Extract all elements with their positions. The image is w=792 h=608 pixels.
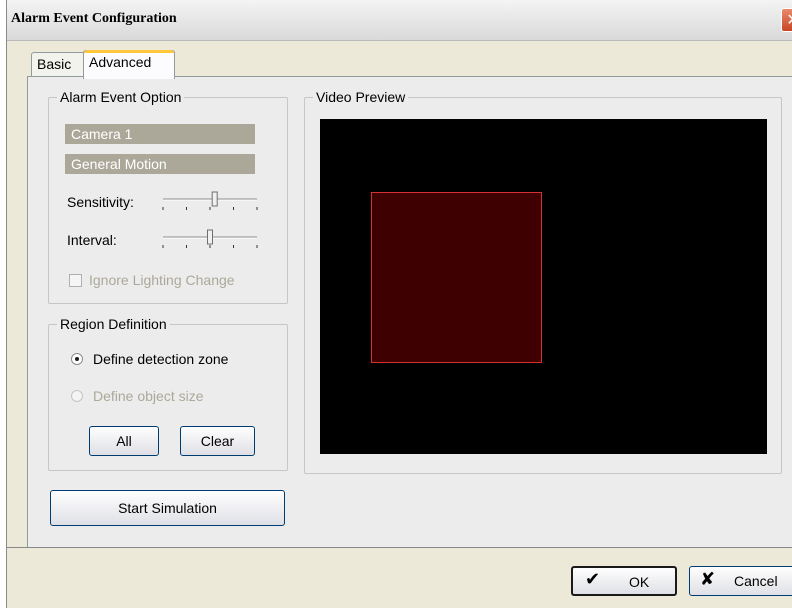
check-icon: ✔ xyxy=(585,569,601,590)
video-preview-legend: Video Preview xyxy=(313,89,409,105)
clear-button[interactable]: Clear xyxy=(180,426,255,456)
define-detection-zone-label: Define detection zone xyxy=(93,351,229,367)
alarm-event-configuration-dialog: Alarm Event Configuration ✕ Basic Advanc… xyxy=(6,0,792,608)
window-title: Alarm Event Configuration xyxy=(11,11,177,26)
sensitivity-label: Sensitivity: xyxy=(67,194,134,210)
interval-label: Interval: xyxy=(67,232,117,248)
x-icon: ✘ xyxy=(700,569,716,590)
interval-slider[interactable] xyxy=(161,228,259,250)
ignore-lighting-label: Ignore Lighting Change xyxy=(89,272,235,288)
radio-selected-dot xyxy=(75,357,79,361)
alarm-event-option-legend: Alarm Event Option xyxy=(57,89,185,105)
cancel-button[interactable]: ✘ Cancel xyxy=(689,566,792,596)
sensitivity-slider[interactable] xyxy=(161,190,259,212)
title-bar[interactable]: Alarm Event Configuration ✕ xyxy=(7,0,792,41)
ignore-lighting-checkbox[interactable] xyxy=(69,274,82,287)
tab-advanced[interactable]: Advanced xyxy=(83,50,175,79)
define-object-size-label: Define object size xyxy=(93,388,204,404)
ok-label: OK xyxy=(629,574,650,590)
close-icon: ✕ xyxy=(786,10,792,29)
video-preview-canvas[interactable] xyxy=(320,119,767,454)
cancel-label: Cancel xyxy=(734,573,778,589)
region-definition-legend: Region Definition xyxy=(57,316,170,332)
event-type-field: General Motion xyxy=(65,154,255,174)
detection-zone-rectangle[interactable] xyxy=(371,192,542,363)
tab-advanced-label: Advanced xyxy=(89,54,152,70)
slider-thumb[interactable] xyxy=(211,191,218,207)
camera-field: Camera 1 xyxy=(65,124,255,144)
close-button[interactable]: ✕ xyxy=(781,8,792,32)
region-definition-group: Region Definition Define detection zone … xyxy=(48,316,288,471)
define-detection-zone-radio[interactable] xyxy=(71,353,83,365)
tab-basic[interactable]: Basic xyxy=(31,52,85,77)
tab-basic-label: Basic xyxy=(37,56,72,72)
slider-thumb[interactable] xyxy=(207,229,213,245)
start-simulation-button[interactable]: Start Simulation xyxy=(50,490,285,526)
footer-divider xyxy=(7,547,792,548)
define-object-size-radio[interactable] xyxy=(71,390,83,402)
alarm-event-option-group: Alarm Event Option Camera 1 General Moti… xyxy=(48,89,288,304)
all-button[interactable]: All xyxy=(89,426,159,456)
ok-button[interactable]: ✔ OK xyxy=(571,566,677,596)
